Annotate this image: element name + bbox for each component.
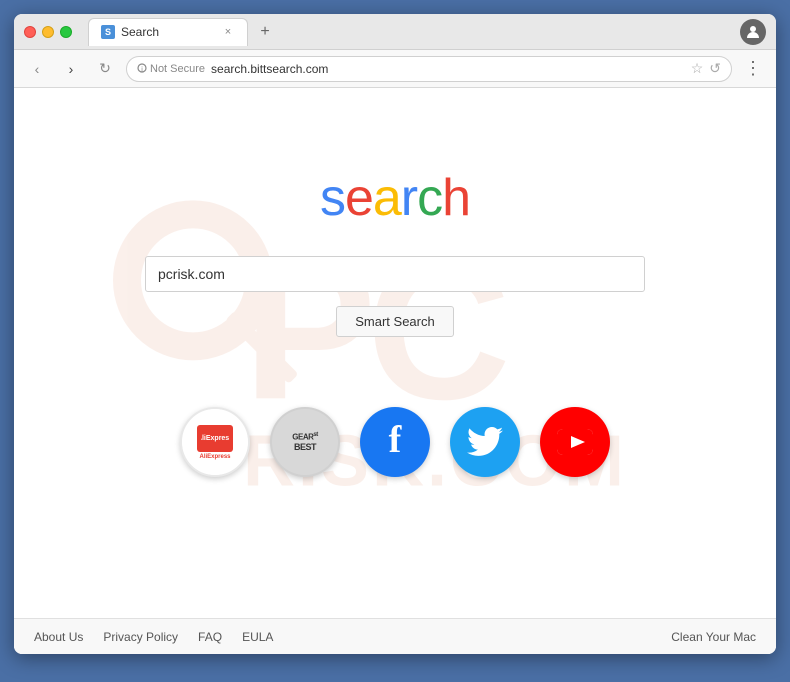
logo-letter-h: h <box>442 169 470 227</box>
smart-search-button[interactable]: Smart Search <box>336 306 453 337</box>
maximize-window-button[interactable] <box>60 26 72 38</box>
minimize-window-button[interactable] <box>42 26 54 38</box>
navigation-bar: ‹ › ↻ i Not Secure search.bittsearch.com… <box>14 50 776 88</box>
reload-button[interactable]: ↻ <box>92 56 118 82</box>
quick-link-twitter[interactable] <box>450 407 520 477</box>
quick-link-youtube[interactable] <box>540 407 610 477</box>
footer-faq[interactable]: FAQ <box>198 630 222 644</box>
new-tab-button[interactable]: + <box>252 19 278 45</box>
tab-close-button[interactable]: × <box>221 25 235 39</box>
search-main: search Smart Search <box>14 168 776 337</box>
more-options-button[interactable]: ⋮ <box>740 58 766 79</box>
browser-window: S Search × + ‹ › ↻ i Not Secure <box>14 14 776 654</box>
traffic-lights <box>24 26 72 38</box>
logo-letter-s: s <box>320 169 345 227</box>
search-box-container: Smart Search <box>145 256 645 337</box>
url-text: search.bittsearch.com <box>211 62 328 76</box>
address-bar[interactable]: i Not Secure search.bittsearch.com ☆ ↺ <box>126 56 732 82</box>
page-footer: About Us Privacy Policy FAQ EULA Clean Y… <box>14 618 776 654</box>
page-content: PC RISK.COM search Smart Search <box>14 88 776 654</box>
tab-title: Search <box>121 25 159 39</box>
footer-right-text: Clean Your Mac <box>671 630 756 644</box>
profile-icon[interactable] <box>740 19 766 45</box>
logo-letter-e: e <box>345 169 373 227</box>
footer-privacy-policy[interactable]: Privacy Policy <box>103 630 178 644</box>
tab-area: S Search × + <box>88 18 732 46</box>
address-bar-actions: ☆ ↺ <box>691 60 721 77</box>
search-input[interactable] <box>145 256 645 292</box>
svg-text:AliExpress: AliExpress <box>201 435 229 442</box>
quick-links: AliExpress AliExpress GEARst BEST <box>180 407 610 477</box>
logo-letter-r: r <box>401 169 417 227</box>
quick-link-aliexpress[interactable]: AliExpress AliExpress <box>180 407 250 477</box>
tab-favicon: S <box>101 25 115 39</box>
close-window-button[interactable] <box>24 26 36 38</box>
logo-letter-a: a <box>373 169 401 227</box>
quick-link-facebook[interactable]: f <box>360 407 430 477</box>
logo-letter-c: c <box>417 169 442 227</box>
quick-link-gearbest[interactable]: GEARst BEST <box>270 407 340 477</box>
search-logo: search <box>320 168 470 228</box>
reload-icon[interactable]: ↺ <box>709 60 721 77</box>
back-button[interactable]: ‹ <box>24 56 50 82</box>
forward-button[interactable]: › <box>58 56 84 82</box>
title-bar: S Search × + <box>14 14 776 50</box>
footer-eula[interactable]: EULA <box>242 630 273 644</box>
security-indicator: i Not Secure <box>137 63 205 75</box>
browser-tab[interactable]: S Search × <box>88 18 248 46</box>
footer-links: About Us Privacy Policy FAQ EULA <box>34 630 273 644</box>
bookmark-icon[interactable]: ☆ <box>691 60 704 77</box>
footer-about-us[interactable]: About Us <box>34 630 83 644</box>
